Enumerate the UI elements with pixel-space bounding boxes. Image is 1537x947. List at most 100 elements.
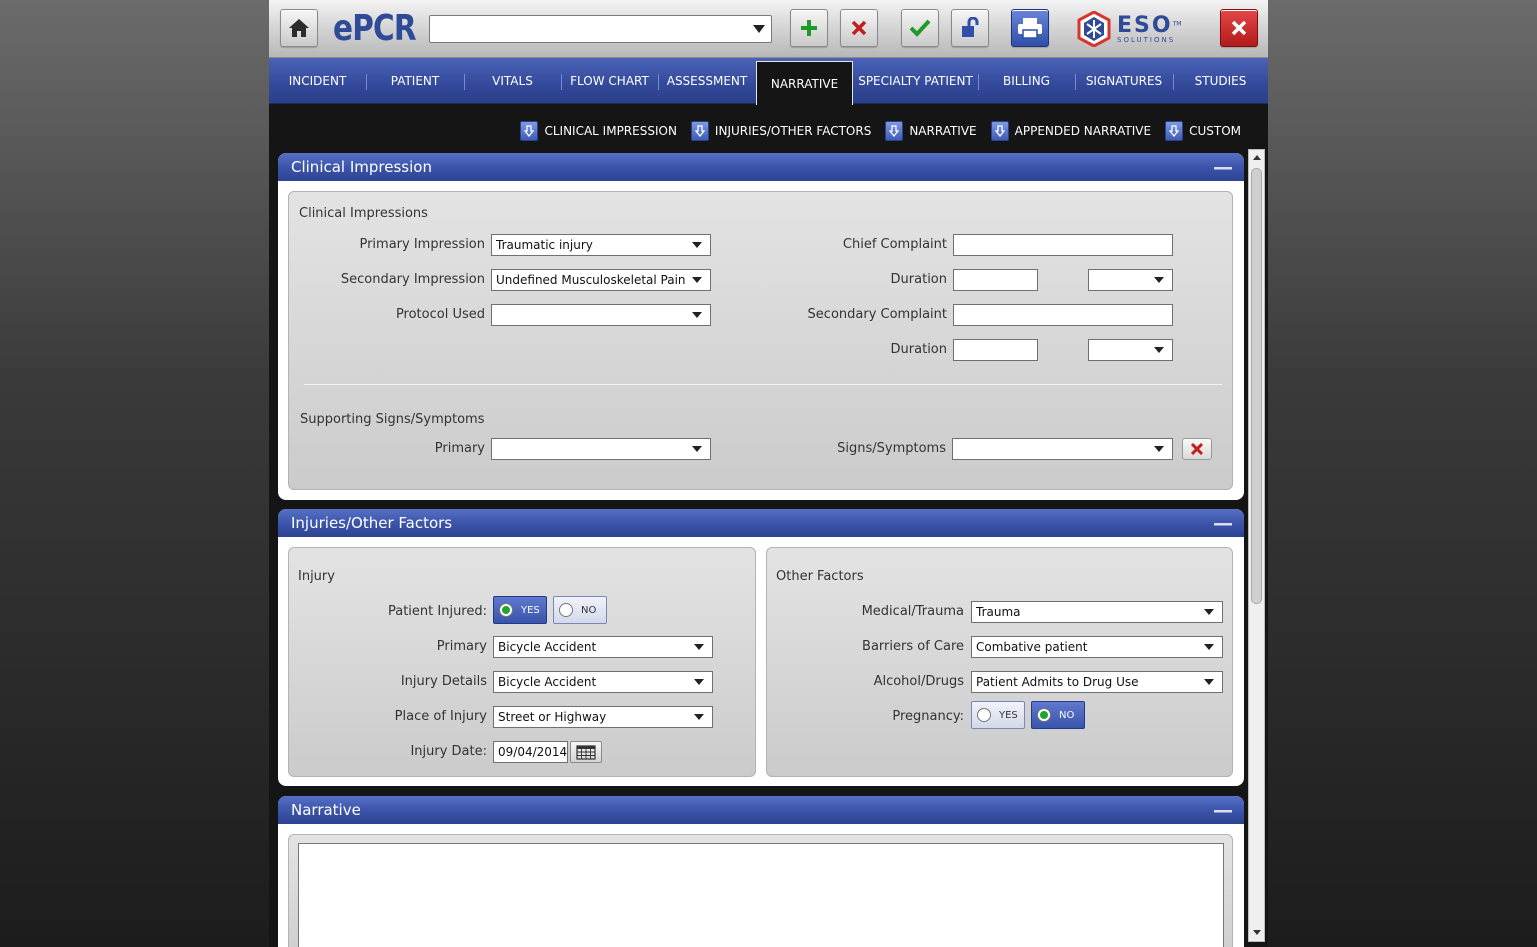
pregnancy-no[interactable]: NO <box>1031 701 1085 729</box>
medical-trauma-select[interactable]: Trauma <box>971 601 1223 623</box>
narrative-textarea[interactable] <box>298 843 1224 947</box>
other-factors-form: Other Factors Medical/Trauma Trauma Barr… <box>766 547 1233 777</box>
scroll-down-button[interactable] <box>1249 925 1264 941</box>
form-scroll-area: Clinical Impression Clinical Impressions… <box>278 153 1244 947</box>
chevron-down-icon <box>1204 609 1214 615</box>
arrow-down-icon <box>690 121 709 141</box>
protocol-used-select[interactable] <box>491 304 711 326</box>
arrow-down-icon <box>990 121 1009 141</box>
jump-injuries-other-factors[interactable]: INJURIES/OTHER FACTORS <box>690 120 871 142</box>
radio-icon <box>559 603 573 617</box>
patient-injured-yes[interactable]: YES <box>493 596 547 624</box>
chevron-down-icon <box>1154 277 1164 283</box>
snowflake-icon <box>1077 11 1111 47</box>
jump-clinical-impression[interactable]: CLINICAL IMPRESSION <box>520 120 677 142</box>
record-select[interactable] <box>429 15 772 43</box>
tab-specialty-patient[interactable]: SPECIALTY PATIENT <box>853 58 978 104</box>
vertical-scrollbar[interactable] <box>1248 149 1265 942</box>
tab-vitals[interactable]: VITALS <box>464 58 561 104</box>
injury-primary-select[interactable]: Bicycle Accident <box>493 636 713 658</box>
patient-injured-no[interactable]: NO <box>553 596 607 624</box>
chevron-down-icon <box>1154 347 1164 353</box>
duration-input[interactable] <box>953 269 1038 291</box>
tab-incident[interactable]: INCIDENT <box>269 58 366 104</box>
add-button[interactable] <box>790 9 828 47</box>
place-of-injury-label: Place of Injury <box>394 709 487 724</box>
pregnancy-yes[interactable]: YES <box>971 701 1025 729</box>
injury-date-input[interactable]: 09/04/2014 <box>493 741 568 763</box>
chevron-down-icon <box>694 679 704 685</box>
close-icon <box>1231 20 1247 36</box>
chevron-down-icon <box>694 644 704 650</box>
minimize-icon[interactable] <box>1214 810 1232 813</box>
chevron-down-icon <box>692 312 702 318</box>
panel-header: Clinical Impression <box>278 153 1244 181</box>
check-icon <box>909 19 931 37</box>
radio-selected-icon <box>499 603 513 617</box>
protocol-used-label: Protocol Used <box>395 307 485 322</box>
tab-signatures[interactable]: SIGNATURES <box>1075 58 1173 104</box>
print-button[interactable] <box>1011 9 1049 47</box>
epcr-logo: ePCR <box>333 8 417 49</box>
medical-trauma-label: Medical/Trauma <box>861 604 964 619</box>
duration-input[interactable] <box>953 339 1038 361</box>
home-button[interactable] <box>280 9 318 47</box>
duration-unit-select[interactable] <box>1088 269 1173 291</box>
primary-impression-select[interactable]: Traumatic injury <box>491 234 711 256</box>
alcohol-drugs-label: Alcohol/Drugs <box>873 674 964 689</box>
injury-details-select[interactable]: Bicycle Accident <box>493 671 713 693</box>
scroll-up-button[interactable] <box>1249 150 1264 166</box>
cancel-button[interactable] <box>840 9 878 47</box>
pregnancy-label: Pregnancy: <box>892 709 964 724</box>
date-picker-button[interactable] <box>570 741 602 763</box>
chevron-down-icon <box>692 446 702 452</box>
printer-icon <box>1018 18 1042 39</box>
accept-button[interactable] <box>901 9 939 47</box>
signs-primary-select[interactable] <box>491 438 711 460</box>
tab-patient[interactable]: PATIENT <box>366 58 464 104</box>
chevron-down-icon <box>1204 644 1214 650</box>
clinical-impression-form: Clinical Impressions Primary Impression … <box>288 191 1233 490</box>
signs-symptoms-select[interactable] <box>952 438 1173 460</box>
section-title: Supporting Signs/Symptoms <box>300 412 485 427</box>
chevron-down-icon <box>753 25 765 33</box>
place-of-injury-select[interactable]: Street or Highway <box>493 706 713 728</box>
tab-studies[interactable]: STUDIES <box>1173 58 1268 104</box>
barriers-of-care-label: Barriers of Care <box>862 639 964 654</box>
primary-impression-label: Primary Impression <box>359 237 485 252</box>
chevron-down-icon <box>1154 446 1164 452</box>
barriers-of-care-select[interactable]: Combative patient <box>971 636 1223 658</box>
jump-appended-narrative[interactable]: APPENDED NARRATIVE <box>990 120 1151 142</box>
secondary-complaint-input[interactable] <box>953 304 1173 326</box>
chief-complaint-input[interactable] <box>953 234 1173 256</box>
minimize-icon[interactable] <box>1214 523 1232 526</box>
chevron-down-icon <box>694 714 704 720</box>
patient-injured-label: Patient Injured: <box>387 604 487 619</box>
secondary-impression-select[interactable]: Undefined Musculoskeletal Pain <box>491 269 711 291</box>
unlock-button[interactable] <box>951 9 989 47</box>
clinical-impression-panel: Clinical Impression Clinical Impressions… <box>278 153 1244 500</box>
alcohol-drugs-select[interactable]: Patient Admits to Drug Use <box>971 671 1223 693</box>
scroll-thumb[interactable] <box>1251 168 1262 604</box>
duration-unit-select[interactable] <box>1088 339 1173 361</box>
duration-label: Duration <box>890 342 947 357</box>
minimize-icon[interactable] <box>1214 167 1232 170</box>
injury-date-label: Injury Date: <box>410 744 487 759</box>
remove-sign-button[interactable] <box>1182 438 1212 460</box>
section-title: Injury <box>298 569 335 584</box>
tab-billing[interactable]: BILLING <box>978 58 1075 104</box>
arrow-down-icon <box>1165 121 1184 141</box>
panel-header: Narrative <box>278 796 1244 824</box>
jump-custom[interactable]: CUSTOM <box>1165 120 1241 142</box>
tab-assessment[interactable]: ASSESSMENT <box>658 58 756 104</box>
chevron-down-icon <box>692 277 702 283</box>
radio-selected-icon <box>1037 708 1051 722</box>
close-app-button[interactable] <box>1220 9 1258 47</box>
tab-flow-chart[interactable]: FLOW CHART <box>561 58 658 104</box>
eso-solutions-logo: ESOTM SOLUTIONS <box>1077 9 1203 49</box>
signs-primary-label: Primary <box>434 441 485 456</box>
tab-narrative[interactable]: NARRATIVE <box>756 61 853 105</box>
jump-narrative[interactable]: NARRATIVE <box>885 120 977 142</box>
arrow-down-icon <box>520 121 539 141</box>
narrative-panel: Narrative <box>278 796 1244 947</box>
